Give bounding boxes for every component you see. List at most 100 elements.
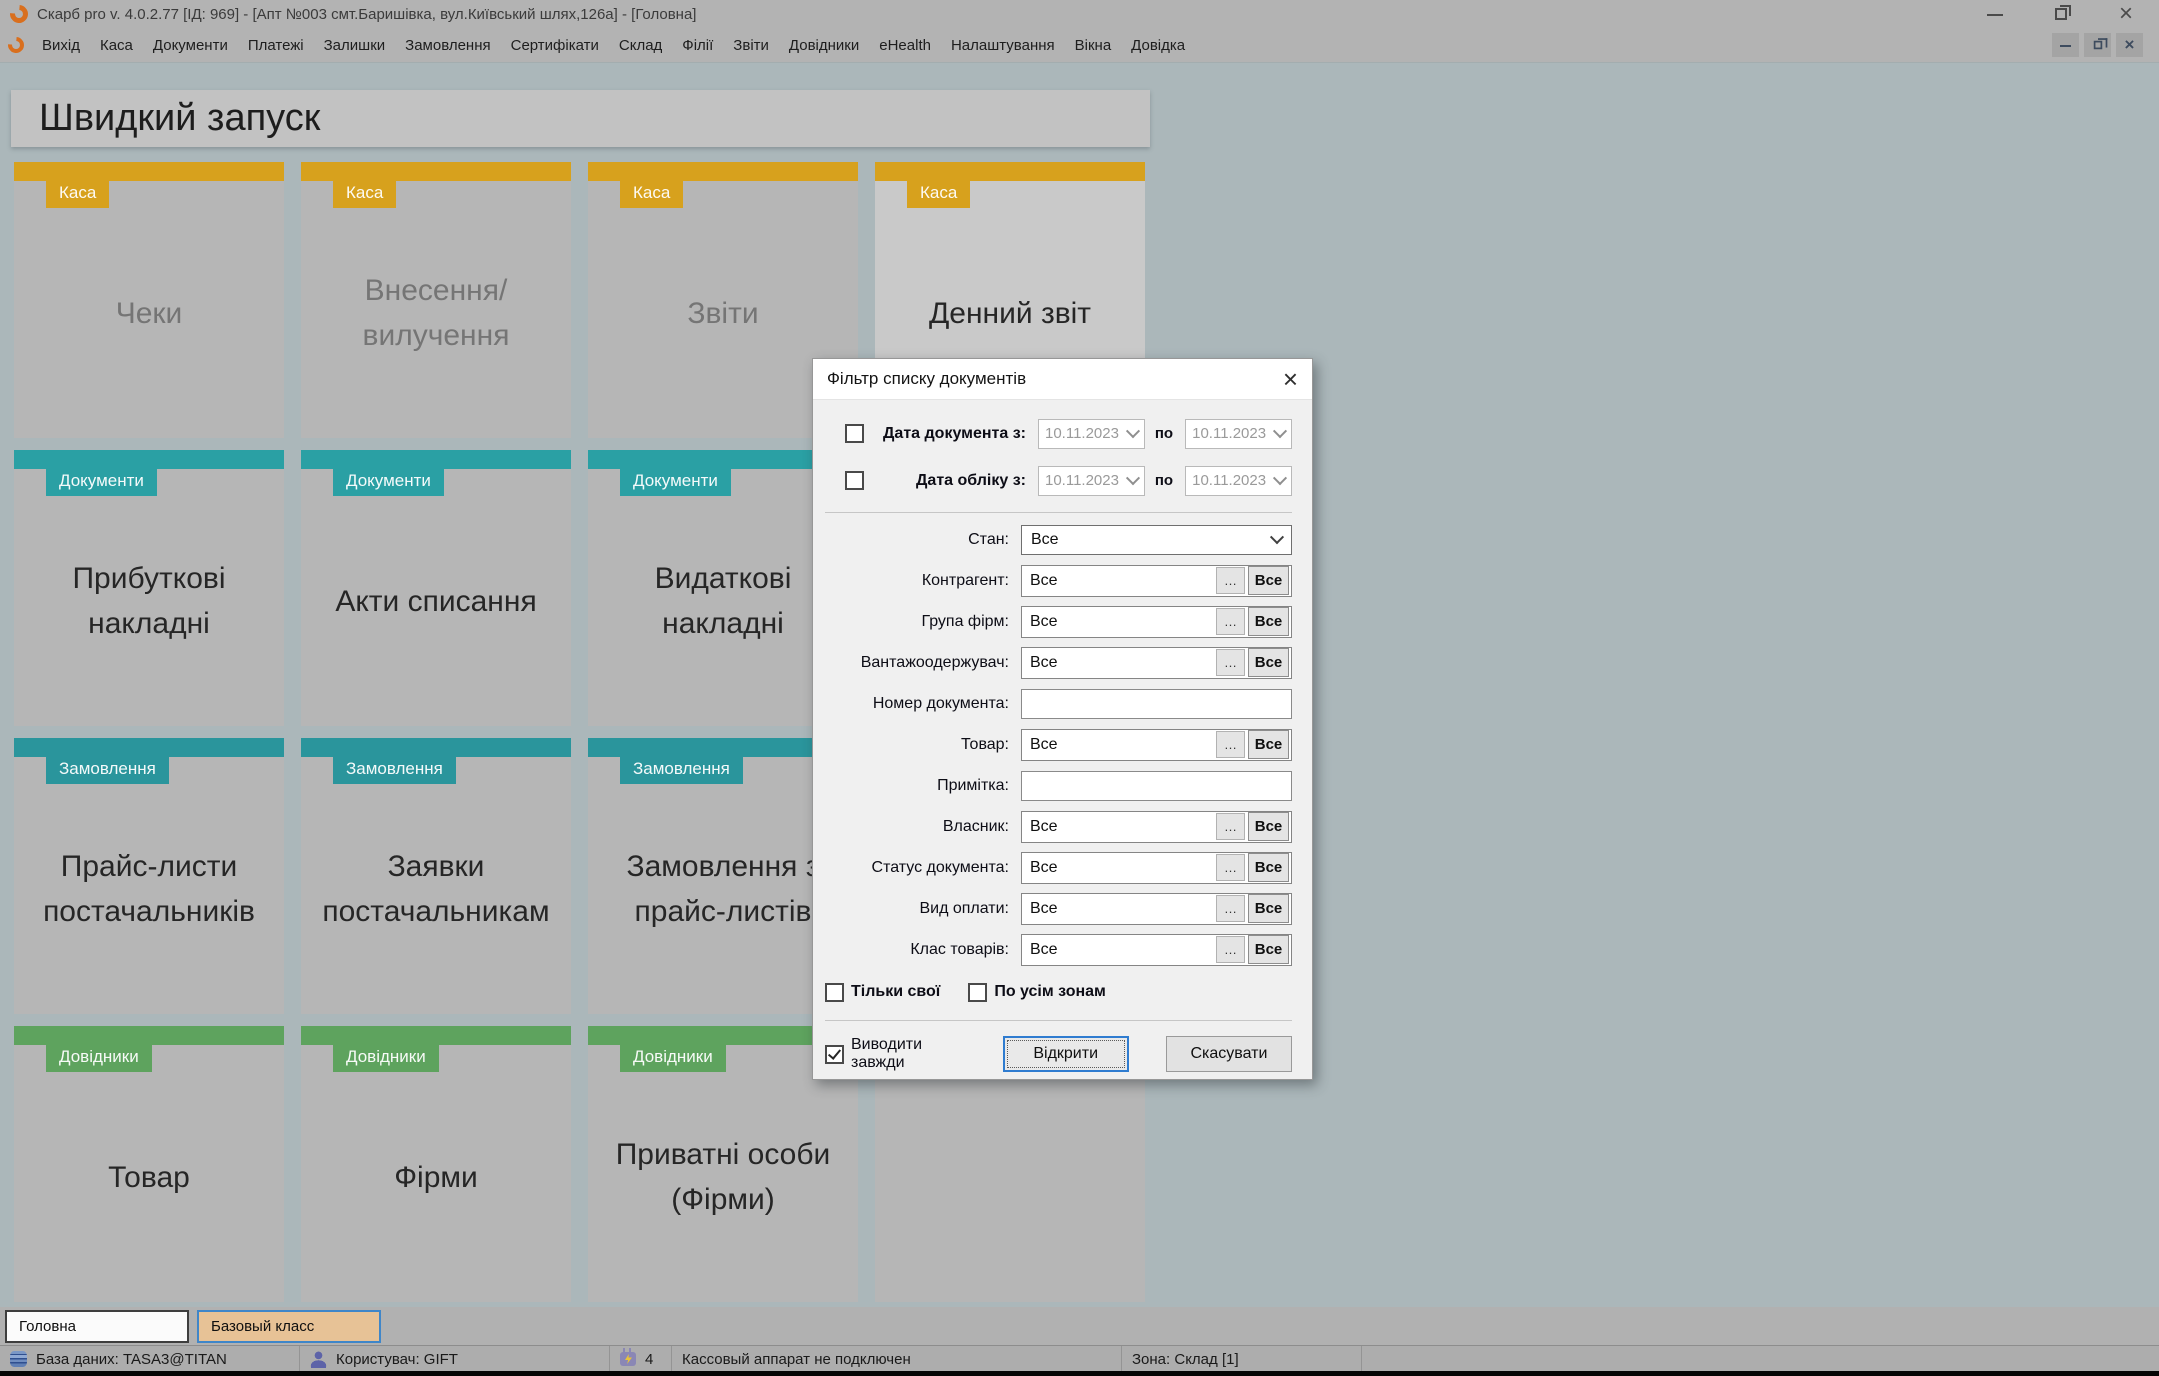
date-document-label: Дата документа з:: [883, 424, 1026, 442]
document-status-field[interactable]: Все … Все: [1021, 851, 1292, 884]
group-strip: [301, 1026, 571, 1045]
date-accounting-checkbox[interactable]: [845, 471, 864, 490]
counterparty-all-button[interactable]: Все: [1248, 566, 1289, 595]
payment-type-field[interactable]: Все … Все: [1021, 892, 1292, 925]
payment-type-browse-button[interactable]: …: [1216, 895, 1245, 922]
menu-item-ehealth[interactable]: eHealth: [869, 37, 941, 54]
taskbar-edge: [0, 1371, 2159, 1376]
consignee-label: Вантажоодержувач:: [860, 653, 1009, 671]
tile-price-lysty-postachalnykiv[interactable]: Замовлення Прайс-листи постачальників: [14, 738, 284, 1014]
restore-icon[interactable]: [2054, 5, 2071, 20]
menu-item-filii[interactable]: Філії: [672, 37, 723, 54]
lookup-value: Все: [1030, 858, 1058, 876]
product-class-browse-button[interactable]: …: [1216, 936, 1245, 963]
all-zones-checkbox[interactable]: [968, 982, 988, 1002]
firm-group-browse-button[interactable]: …: [1216, 608, 1245, 635]
date-accounting-to-combo[interactable]: 10.11.2023: [1185, 465, 1292, 496]
chevron-down-icon: [1125, 423, 1140, 438]
note-input[interactable]: [1021, 770, 1292, 801]
product-field[interactable]: Все … Все: [1021, 728, 1292, 761]
cancel-button[interactable]: Скасувати: [1165, 1036, 1292, 1072]
group-tab: Каса: [907, 181, 971, 208]
mdi-close-icon[interactable]: ×: [2116, 33, 2143, 57]
menu-item-dokumenty[interactable]: Документи: [143, 37, 238, 54]
mdi-restore-icon[interactable]: [2084, 33, 2111, 57]
product-class-all-button[interactable]: Все: [1248, 935, 1289, 964]
tile-label: Приватні особи (Фірми): [615, 1138, 831, 1216]
lookup-value: Все: [1030, 940, 1058, 958]
counterparty-field[interactable]: Все … Все: [1021, 564, 1292, 597]
state-select[interactable]: Все: [1021, 524, 1292, 555]
dialog-body: Дата документа з: 10.11.2023 по 10.11.20…: [813, 400, 1312, 1089]
consignee-browse-button[interactable]: …: [1216, 649, 1245, 676]
owner-all-button[interactable]: Все: [1248, 812, 1289, 841]
menu-item-platezhi[interactable]: Платежі: [238, 37, 314, 54]
date-value: 10.11.2023: [1192, 472, 1267, 489]
firm-group-all-button[interactable]: Все: [1248, 607, 1289, 636]
lookup-value: Все: [1030, 817, 1058, 835]
menu-item-sklad[interactable]: Склад: [609, 37, 672, 54]
firm-group-field[interactable]: Все … Все: [1021, 605, 1292, 638]
menu-item-vikna[interactable]: Вікна: [1065, 37, 1122, 54]
tile-label: Прибуткові накладні: [72, 562, 226, 640]
consignee-field[interactable]: Все … Все: [1021, 646, 1292, 679]
group-tab: Довідники: [46, 1045, 152, 1072]
consignee-all-button[interactable]: Все: [1248, 648, 1289, 677]
tile-tovar[interactable]: Довідники Товар: [14, 1026, 284, 1302]
counterparty-browse-button[interactable]: …: [1216, 567, 1245, 594]
tile-cheky[interactable]: Каса Чеки: [14, 162, 284, 438]
date-accounting-row: Дата обліку з: 10.11.2023 по 10.11.2023: [825, 457, 1292, 504]
group-tab: Документи: [333, 469, 444, 496]
tile-vnesennya-vyluchennya[interactable]: Каса Внесення/вилучення: [301, 162, 571, 438]
menu-item-vykhid[interactable]: Вихід: [32, 37, 90, 54]
product-browse-button[interactable]: …: [1216, 731, 1245, 758]
group-strip: [301, 738, 571, 757]
tile-akty-spysannya[interactable]: Документи Акти списання: [301, 450, 571, 726]
menu-item-zvity[interactable]: Звіти: [723, 37, 779, 54]
dialog-close-icon[interactable]: ×: [1283, 366, 1298, 392]
owner-field[interactable]: Все … Все: [1021, 810, 1292, 843]
date-accounting-from-combo[interactable]: 10.11.2023: [1038, 465, 1145, 496]
document-status-all-button[interactable]: Все: [1248, 853, 1289, 882]
document-number-input[interactable]: [1021, 688, 1292, 719]
tile-label: Фірми: [394, 1160, 478, 1194]
close-icon[interactable]: ×: [2119, 2, 2133, 26]
payment-type-row: Вид оплати: Все … Все: [825, 888, 1292, 929]
group-strip: [301, 162, 571, 181]
document-number-label: Номер документа:: [872, 694, 1009, 712]
menu-item-zamovlennya[interactable]: Замовлення: [395, 37, 500, 54]
status-connections: 4: [610, 1346, 672, 1372]
payment-type-label: Вид оплати:: [919, 899, 1009, 917]
document-status-browse-button[interactable]: …: [1216, 854, 1245, 881]
tile-firmy[interactable]: Довідники Фірми: [301, 1026, 571, 1302]
tab-bazovyi-klass[interactable]: Базовый класс: [197, 1309, 381, 1343]
product-class-field[interactable]: Все … Все: [1021, 933, 1292, 966]
group-strip: [588, 162, 858, 181]
lookup-value: Все: [1030, 571, 1058, 589]
date-document-to-combo[interactable]: 10.11.2023: [1185, 418, 1292, 449]
menu-item-dovidnyky[interactable]: Довідники: [779, 37, 869, 54]
menu-item-kasa[interactable]: Каса: [90, 37, 143, 54]
mdi-minimize-icon[interactable]: [2052, 33, 2079, 57]
lookup-value: Все: [1030, 899, 1058, 917]
always-show-checkbox[interactable]: [825, 1044, 844, 1064]
page-title: Швидкий запуск: [11, 90, 1150, 147]
open-button[interactable]: Відкрити: [1002, 1036, 1129, 1072]
minimize-icon[interactable]: [1986, 13, 2003, 16]
owner-browse-button[interactable]: …: [1216, 813, 1245, 840]
menu-item-sertyfikaty[interactable]: Сертифікати: [501, 37, 609, 54]
date-document-from-combo[interactable]: 10.11.2023: [1038, 418, 1145, 449]
tab-holovna[interactable]: Головна: [5, 1309, 189, 1343]
document-tabs-row: Головна Базовый класс: [0, 1307, 2159, 1346]
date-document-checkbox[interactable]: [845, 424, 864, 443]
tile-zayavky-postachalnykam[interactable]: Замовлення Заявки постачальникам: [301, 738, 571, 1014]
payment-type-all-button[interactable]: Все: [1248, 894, 1289, 923]
only-own-checkbox[interactable]: [825, 982, 844, 1002]
menu-item-nalashtuvannya[interactable]: Налаштування: [941, 37, 1065, 54]
menu-item-zalyshky[interactable]: Залишки: [314, 37, 396, 54]
dialog-title-bar[interactable]: Фільтр списку документів ×: [813, 359, 1312, 400]
menu-item-dovidka[interactable]: Довідка: [1121, 37, 1195, 54]
counterparty-row: Контрагент: Все … Все: [825, 560, 1292, 601]
tile-prybutkovi-nakladni[interactable]: Документи Прибуткові накладні: [14, 450, 284, 726]
product-all-button[interactable]: Все: [1248, 730, 1289, 759]
